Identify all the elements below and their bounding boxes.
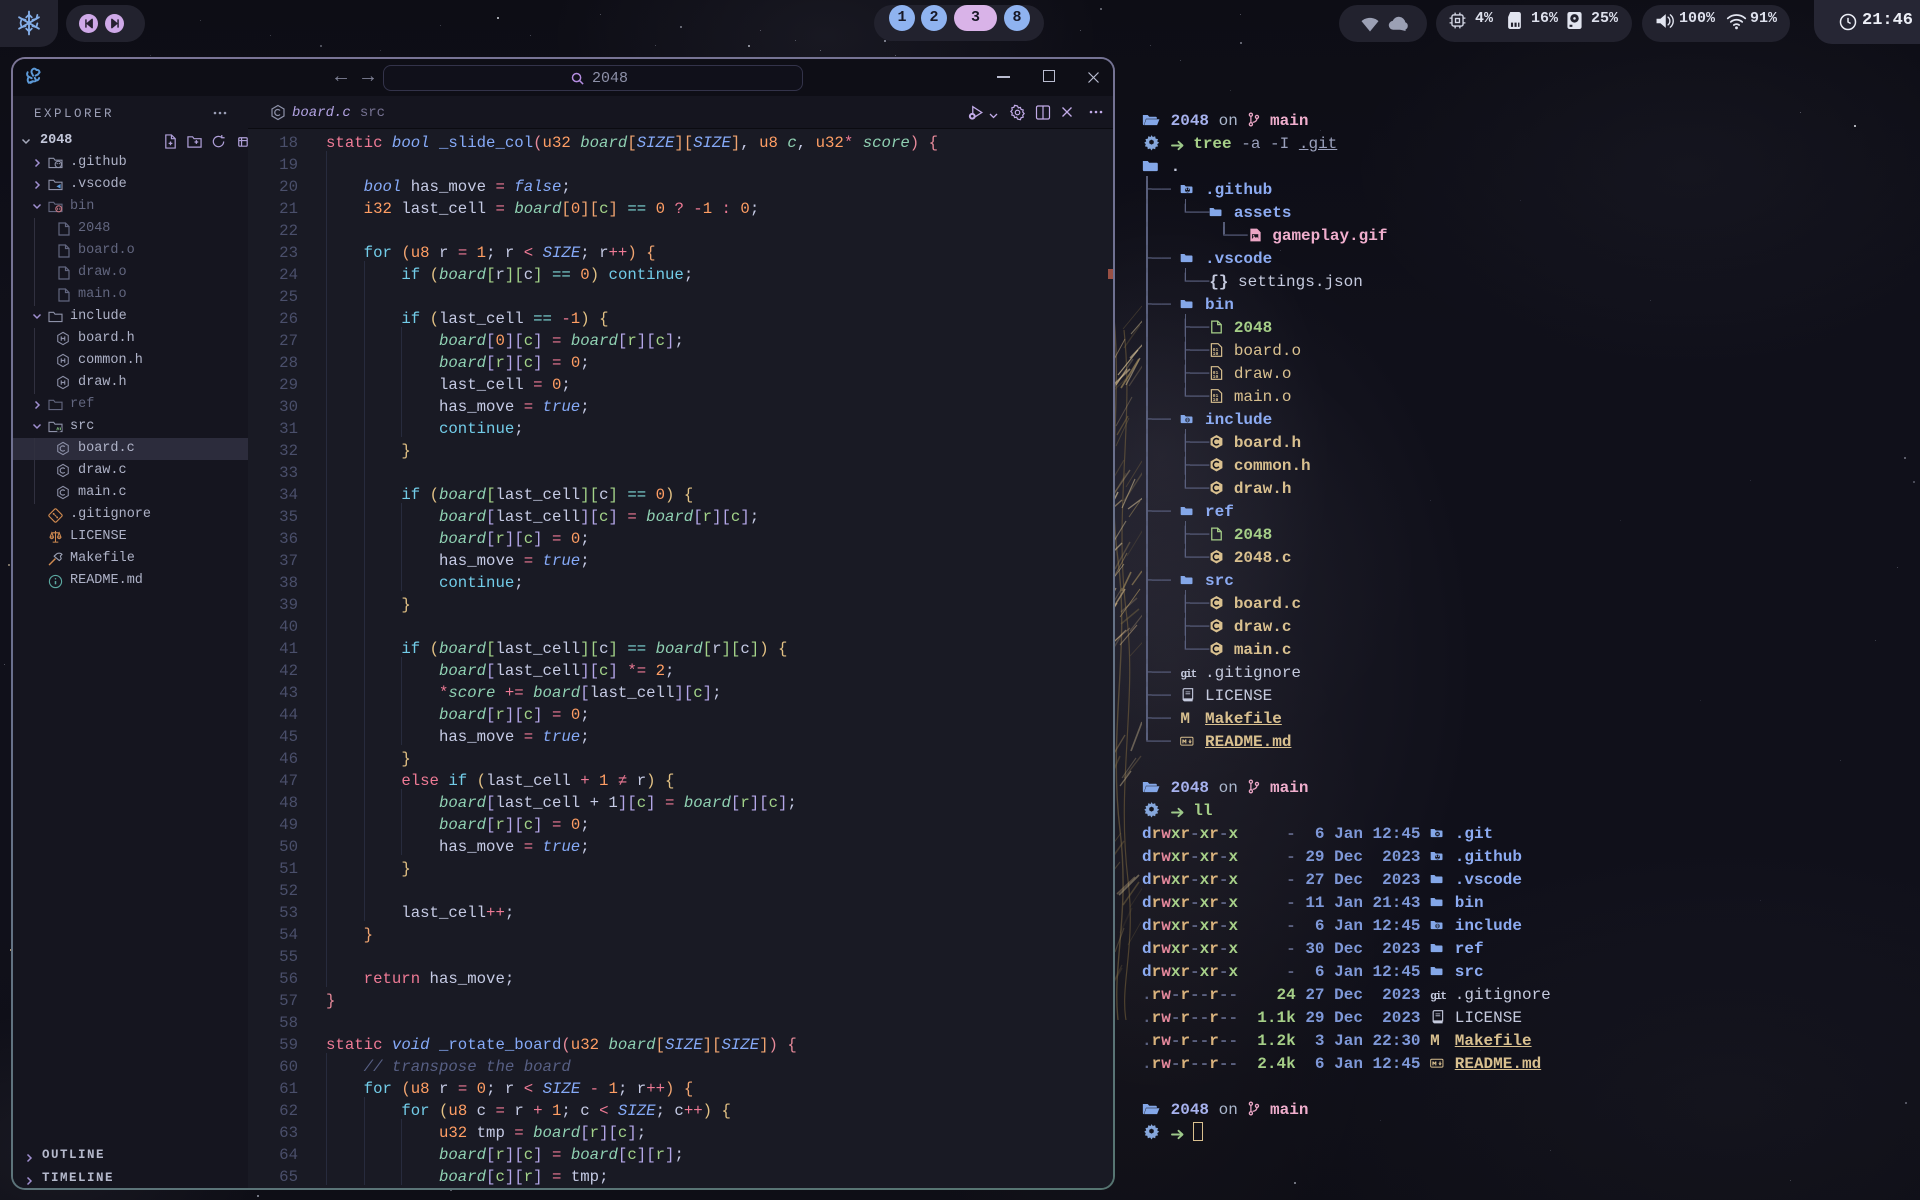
svg-text:10: 10 [1213, 351, 1219, 357]
svg-text:10: 10 [1213, 397, 1219, 403]
svg-text:10: 10 [1213, 374, 1219, 380]
